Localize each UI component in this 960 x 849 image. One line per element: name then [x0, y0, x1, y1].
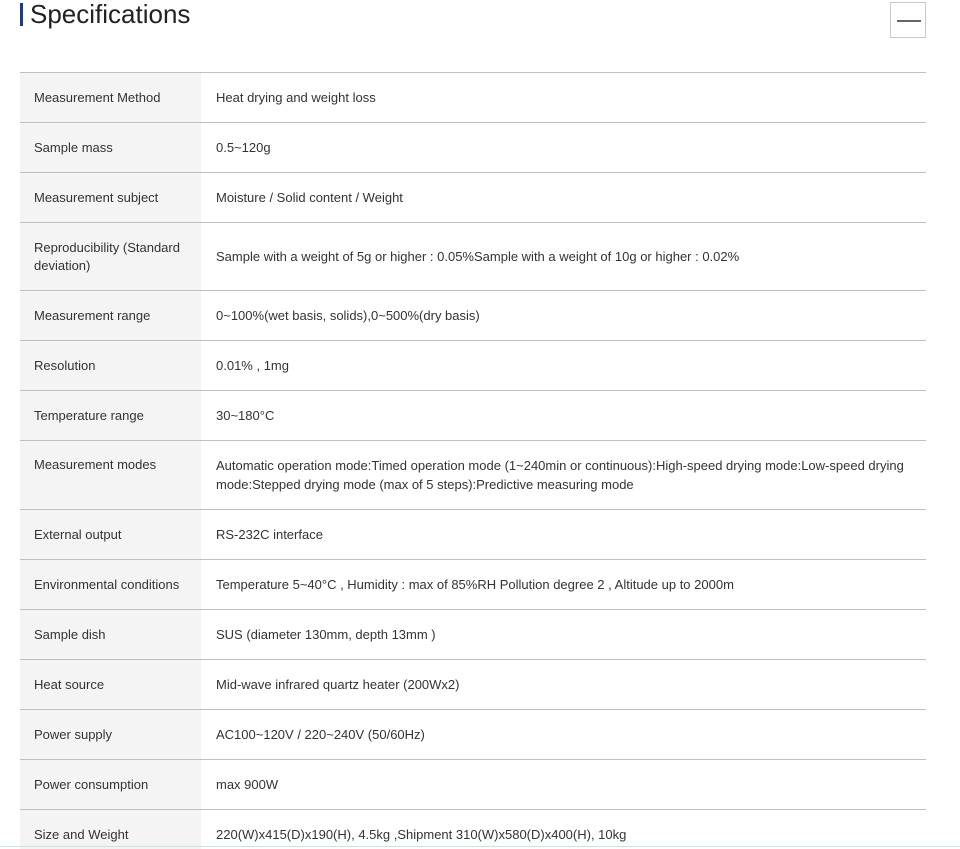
spec-value: Automatic operation mode:Timed operation…: [216, 458, 904, 492]
spec-label: Sample dish: [20, 609, 201, 660]
spec-value: 0.01% , 1mg: [216, 358, 289, 373]
table-row: Temperature range 30~180°C: [20, 390, 926, 441]
section-title: Specifications: [30, 0, 191, 29]
spec-value: Sample with a weight of 5g or higher : 0…: [216, 249, 740, 264]
spec-label: Environmental conditions: [20, 559, 201, 610]
spec-value: RS-232C interface: [216, 527, 323, 542]
section-header: Specifications: [20, 0, 926, 40]
title-accent-bar: [20, 3, 23, 26]
table-row: Heat source Mid-wave infrared quartz hea…: [20, 659, 926, 710]
spec-value: 0.5~120g: [216, 140, 271, 155]
collapse-button[interactable]: [890, 2, 926, 38]
table-row: External output RS-232C interface: [20, 509, 926, 560]
table-row: Power consumption max 900W: [20, 759, 926, 810]
spec-value: AC100~120V / 220~240V (50/60Hz): [216, 727, 425, 742]
spec-value: 30~180°C: [216, 408, 275, 423]
table-row: Sample dish SUS (diameter 130mm, depth 1…: [20, 609, 926, 660]
table-row: Environmental conditions Temperature 5~4…: [20, 559, 926, 610]
spec-table: Measurement Method Heat drying and weigh…: [20, 72, 926, 849]
table-row: Resolution 0.01% , 1mg: [20, 340, 926, 391]
spec-value: 220(W)x415(D)x190(H), 4.5kg ,Shipment 31…: [216, 827, 627, 842]
specifications-page: Specifications Measurement Method Heat d…: [0, 0, 960, 849]
spec-label: Measurement Method: [20, 72, 201, 123]
spec-label: Measurement range: [20, 290, 201, 341]
spec-label: Sample mass: [20, 122, 201, 173]
spec-label: Reproducibility (Standard deviation): [20, 222, 201, 291]
spec-value: 0~100%(wet basis, solids),0~500%(dry bas…: [216, 308, 480, 323]
spec-label: Temperature range: [20, 390, 201, 441]
table-row: Sample mass 0.5~120g: [20, 122, 926, 173]
spec-label: Measurement subject: [20, 172, 201, 223]
table-row: Measurement subject Moisture / Solid con…: [20, 172, 926, 223]
table-row: Power supply AC100~120V / 220~240V (50/6…: [20, 709, 926, 760]
spec-label: External output: [20, 509, 201, 560]
spec-label: Power supply: [20, 709, 201, 760]
spec-label: Size and Weight: [20, 809, 201, 849]
spec-label: Heat source: [20, 659, 201, 710]
spec-value: Heat drying and weight loss: [216, 90, 376, 105]
bottom-divider: [0, 846, 960, 847]
minus-icon: [897, 20, 921, 22]
table-row: Measurement Method Heat drying and weigh…: [20, 72, 926, 123]
spec-value: SUS (diameter 130mm, depth 13mm ): [216, 627, 436, 642]
spec-label: Resolution: [20, 340, 201, 391]
spec-value: max 900W: [216, 777, 279, 792]
spec-value: Mid-wave infrared quartz heater (200Wx2): [216, 677, 460, 692]
table-row: Measurement modes Automatic operation mo…: [20, 440, 926, 510]
spec-value: Moisture / Solid content / Weight: [216, 190, 403, 205]
spec-label: Measurement modes: [20, 440, 201, 510]
table-row: Size and Weight 220(W)x415(D)x190(H), 4.…: [20, 809, 926, 849]
table-row: Measurement range 0~100%(wet basis, soli…: [20, 290, 926, 341]
spec-value: Temperature 5~40°C , Humidity : max of 8…: [216, 577, 734, 592]
spec-label: Power consumption: [20, 759, 201, 810]
table-row: Reproducibility (Standard deviation) Sam…: [20, 222, 926, 291]
